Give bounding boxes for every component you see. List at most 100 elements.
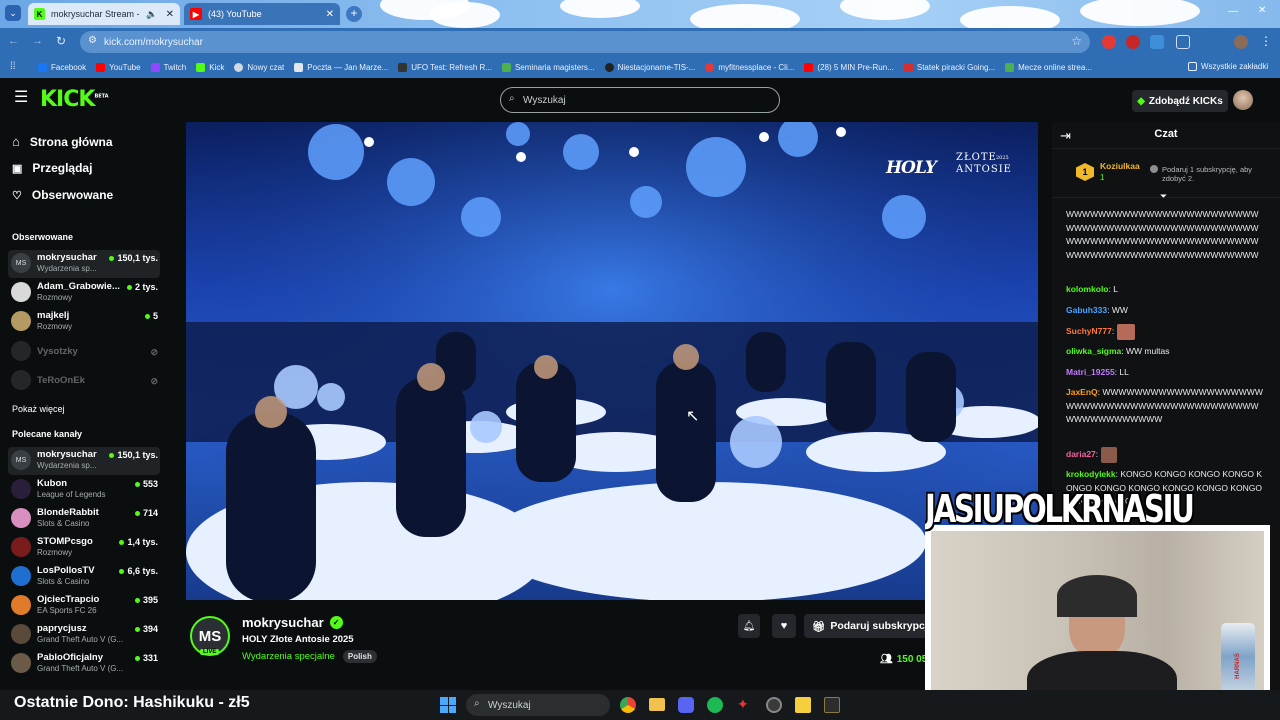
- extension-icon[interactable]: [1102, 35, 1116, 49]
- notification-bell-button[interactable]: 🔔︎: [738, 614, 760, 638]
- start-menu-icon[interactable]: [440, 697, 456, 713]
- recommended-channel[interactable]: STOMPcsgo Rozmowy 1,4 tys.: [8, 534, 160, 562]
- expand-chevron-icon[interactable]: ⏷: [1160, 191, 1167, 202]
- bookmark-item[interactable]: Statek piracki Going...: [903, 62, 995, 72]
- kick-logo[interactable]: KICKBETA: [40, 87, 109, 112]
- chat-username[interactable]: oliwka_sigma: [1066, 346, 1121, 356]
- notes-icon[interactable]: [795, 697, 811, 713]
- language-tag[interactable]: Polish: [342, 650, 377, 663]
- apps-grid-icon[interactable]: ⁞⁞: [10, 61, 16, 72]
- bookmark-item[interactable]: YouTube: [96, 62, 141, 72]
- get-kicks-button[interactable]: ◆ Zdobądź KICKs: [1132, 90, 1228, 112]
- extensions-puzzle-icon[interactable]: [1176, 35, 1190, 49]
- recommended-channel[interactable]: MS mokrysuchar Wydarzenia sp... 150,1 tys…: [8, 447, 160, 475]
- bookmarks-bar: ⁞⁞ Facebook YouTube Twitch Kick Nowy cza…: [0, 56, 1280, 78]
- channel-name: mokrysuchar: [37, 252, 97, 263]
- speaker-icon[interactable]: 🔈: [146, 9, 157, 20]
- close-window-icon[interactable]: ✕: [1258, 5, 1266, 16]
- chat-username[interactable]: SuchyN777: [1066, 325, 1112, 339]
- app-icon[interactable]: ✦: [737, 696, 749, 713]
- cloud-decoration: [430, 2, 500, 28]
- discord-icon[interactable]: [678, 697, 694, 713]
- message-text: WWWWWWWWWWWWWWWWWWWWWWWWWWWWWWWWWWWWWWWW…: [1066, 209, 1259, 260]
- bookmark-item[interactable]: myfitnessplace - Cli...: [705, 62, 794, 72]
- extension-icon[interactable]: [1150, 35, 1164, 49]
- hamburger-menu-icon[interactable]: ☰: [14, 90, 28, 106]
- search-input[interactable]: ⌕ Wyszukaj: [500, 87, 780, 113]
- followed-channel[interactable]: Adam_Grabowie... Rozmowy 2 tys.: [8, 279, 160, 307]
- back-icon[interactable]: ←: [8, 35, 19, 47]
- viewer-count: 395: [134, 595, 158, 605]
- bookmark-item[interactable]: Nowy czat: [234, 62, 284, 72]
- chat-username[interactable]: Gabuh333: [1066, 305, 1107, 315]
- nav-following[interactable]: ♡ Obserwowane: [12, 188, 113, 202]
- chat-username[interactable]: krokodylekk: [1066, 469, 1116, 479]
- channel-avatar: [11, 653, 31, 673]
- nav-home[interactable]: ⌂ Strona główna: [12, 134, 113, 149]
- chat-username[interactable]: kolomkolo: [1066, 284, 1109, 294]
- bookmark-star-icon[interactable]: ☆: [1071, 34, 1082, 48]
- tab-youtube[interactable]: ▶ (43) YouTube ✕: [184, 3, 340, 25]
- recommended-channel[interactable]: OjciecTrapcio EA Sports FC 26 395: [8, 592, 160, 620]
- bookmark-item[interactable]: Facebook: [38, 62, 86, 72]
- nav-browse[interactable]: ▣ Przeglądaj: [12, 161, 92, 175]
- followed-channel[interactable]: MS mokrysuchar Wydarzenia sp... 150,1 tys…: [8, 250, 160, 278]
- browser-menu-icon[interactable]: ⋮: [1260, 34, 1272, 48]
- site-info-icon[interactable]: ⚙: [88, 35, 97, 46]
- app-icon[interactable]: [824, 697, 840, 713]
- channel-name: PabloOficjalny: [37, 652, 103, 663]
- search-placeholder: Wyszukaj: [523, 94, 566, 106]
- extension-icon[interactable]: [1126, 35, 1140, 49]
- bookmark-item[interactable]: Kick: [196, 62, 224, 72]
- followed-channel-offline[interactable]: TeRoOnEk ⊘: [8, 370, 160, 398]
- recommended-channel[interactable]: LosPollosTV Slots & Casino 6,6 tys.: [8, 563, 160, 591]
- top-gifter-name[interactable]: Koziulkaa: [1100, 161, 1140, 171]
- new-tab-button[interactable]: +: [346, 6, 362, 22]
- bookmark-item[interactable]: (28) 5 MIN Pre-Run...: [804, 62, 894, 72]
- channel-name-row[interactable]: mokrysuchar ✓: [242, 615, 343, 630]
- followed-channel-offline[interactable]: Vysotzky ⊘: [8, 341, 160, 369]
- tab-kick[interactable]: K mokrysuchar Stream - Watc 🔈 ✕: [28, 3, 180, 25]
- address-bar[interactable]: ⚙ kick.com/mokrysuchar ☆: [80, 31, 1090, 53]
- close-tab-icon[interactable]: ✕: [166, 9, 174, 20]
- all-bookmarks[interactable]: Wszystkie zakładki: [1188, 62, 1268, 71]
- channel-avatar: [11, 311, 31, 331]
- stream-category-link[interactable]: Wydarzenia specjalne: [242, 651, 335, 662]
- gift-hint-text: Podaruj 1 subskrypcję, aby zdobyć 2.: [1162, 165, 1253, 183]
- forward-icon[interactable]: →: [32, 35, 43, 47]
- file-explorer-icon[interactable]: [649, 698, 665, 711]
- chat-message: daria27:: [1066, 447, 1266, 463]
- bookmark-item[interactable]: UFO Test: Refresh R...: [398, 62, 492, 72]
- minimize-icon[interactable]: —: [1228, 6, 1238, 17]
- video-player[interactable]: HOLY ZŁOTE ANTOSIE 2025 ↖: [186, 122, 1038, 600]
- show-more-link[interactable]: Pokaż więcej: [12, 404, 65, 414]
- bookmark-item[interactable]: Mecze online strea...: [1005, 62, 1092, 72]
- chat-username[interactable]: JaxEnQ: [1066, 387, 1098, 397]
- bookmark-item[interactable]: Niestacjonarne-TIS-...: [604, 62, 695, 72]
- close-tab-icon[interactable]: ✕: [326, 9, 334, 20]
- chrome-icon[interactable]: [620, 697, 636, 713]
- recommended-channel[interactable]: paprycjusz Grand Theft Auto V (G... 394: [8, 621, 160, 649]
- facebook-icon: [38, 62, 47, 72]
- chat-username[interactable]: Matri_19255: [1066, 367, 1115, 377]
- profile-avatar[interactable]: [1234, 35, 1248, 49]
- follow-button[interactable]: ♥: [772, 614, 796, 638]
- recommended-channel[interactable]: PabloOficjalny Grand Theft Auto V (G... 3…: [8, 650, 160, 678]
- recommended-channel[interactable]: BlondeRabbit Slots & Casino 714: [8, 505, 160, 533]
- obs-icon[interactable]: [766, 697, 782, 713]
- youtube-icon: [804, 62, 814, 72]
- chat-message: Matri_19255: LL: [1066, 367, 1129, 377]
- followed-channel[interactable]: majkelj Rozmowy 5: [8, 308, 160, 336]
- spotify-icon[interactable]: [707, 697, 723, 713]
- user-avatar[interactable]: [1233, 90, 1253, 110]
- chat-username[interactable]: daria27: [1066, 448, 1096, 462]
- tab-list-chevron-icon[interactable]: ⌄: [5, 5, 21, 21]
- viewer-count: 150,1 tys.: [109, 450, 158, 460]
- bookmark-item[interactable]: Seminaria magisters...: [501, 62, 595, 72]
- recommended-channel[interactable]: Kubon League of Legends 553: [8, 476, 160, 504]
- reload-icon[interactable]: ↻: [56, 34, 66, 48]
- taskbar-search[interactable]: ⌕ Wyszukaj: [466, 694, 610, 716]
- bookmark-item[interactable]: Poczta — Jan Marze...: [294, 62, 388, 72]
- gift-subs-button[interactable]: 🎁︎ Podaruj subskrypcje: [804, 614, 928, 638]
- bookmark-item[interactable]: Twitch: [150, 62, 186, 72]
